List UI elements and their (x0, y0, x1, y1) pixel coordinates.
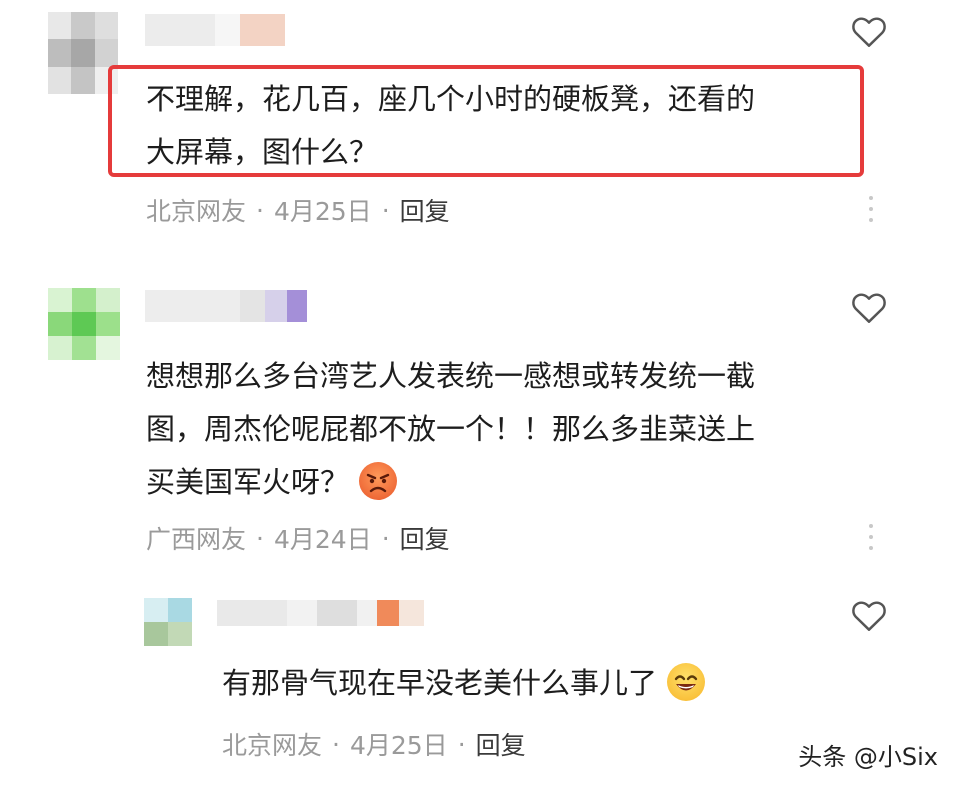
comment-meta: 广西网友 · 4月24日 · 回复 (146, 520, 450, 556)
more-options-icon[interactable] (869, 196, 877, 222)
comment-meta: 北京网友 · 4月25日 · 回复 (222, 726, 526, 762)
reply-button[interactable]: 回复 (400, 520, 450, 556)
date-label: 4月25日 (273, 197, 372, 226)
date-label: 4月24日 (273, 525, 372, 554)
separator: · (256, 523, 264, 553)
comment-text: 有那骨气现在早没老美什么事儿了 (222, 657, 706, 710)
angry-face-emoji (359, 462, 398, 500)
like-heart-icon[interactable] (850, 14, 888, 48)
reply-button[interactable]: 回复 (476, 726, 526, 762)
location-label: 北京网友 (146, 197, 247, 226)
like-heart-icon[interactable] (850, 290, 888, 324)
location-label: 北京网友 (222, 731, 323, 760)
comment-text: 不理解，花几百，座几个小时的硬板凳，还看的 大屏幕，图什么？ (146, 82, 756, 169)
separator: · (457, 729, 466, 759)
location-label: 广西网友 (146, 525, 247, 554)
username-blurred[interactable] (145, 290, 307, 322)
avatar[interactable] (144, 598, 192, 646)
username-blurred[interactable] (217, 600, 424, 626)
comment-meta: 北京网友 · 4月25日 · 回复 (146, 192, 450, 228)
watermark: 头条 @小Six (798, 743, 938, 771)
date-label: 4月25日 (349, 731, 448, 760)
more-options-icon[interactable] (869, 524, 877, 550)
username-blurred[interactable] (145, 14, 285, 46)
reply-button[interactable]: 回复 (400, 192, 450, 228)
like-heart-icon[interactable] (850, 598, 888, 632)
separator: · (256, 195, 264, 225)
separator: · (381, 523, 390, 553)
avatar[interactable] (48, 288, 120, 360)
separator: · (332, 729, 340, 759)
comment-text: 想想那么多台湾艺人发表统一感想或转发统一截 图，周杰伦呢屁都不放一个！！那么多韭… (146, 359, 756, 500)
separator: · (381, 195, 390, 225)
grinning-face-emoji (667, 663, 706, 701)
